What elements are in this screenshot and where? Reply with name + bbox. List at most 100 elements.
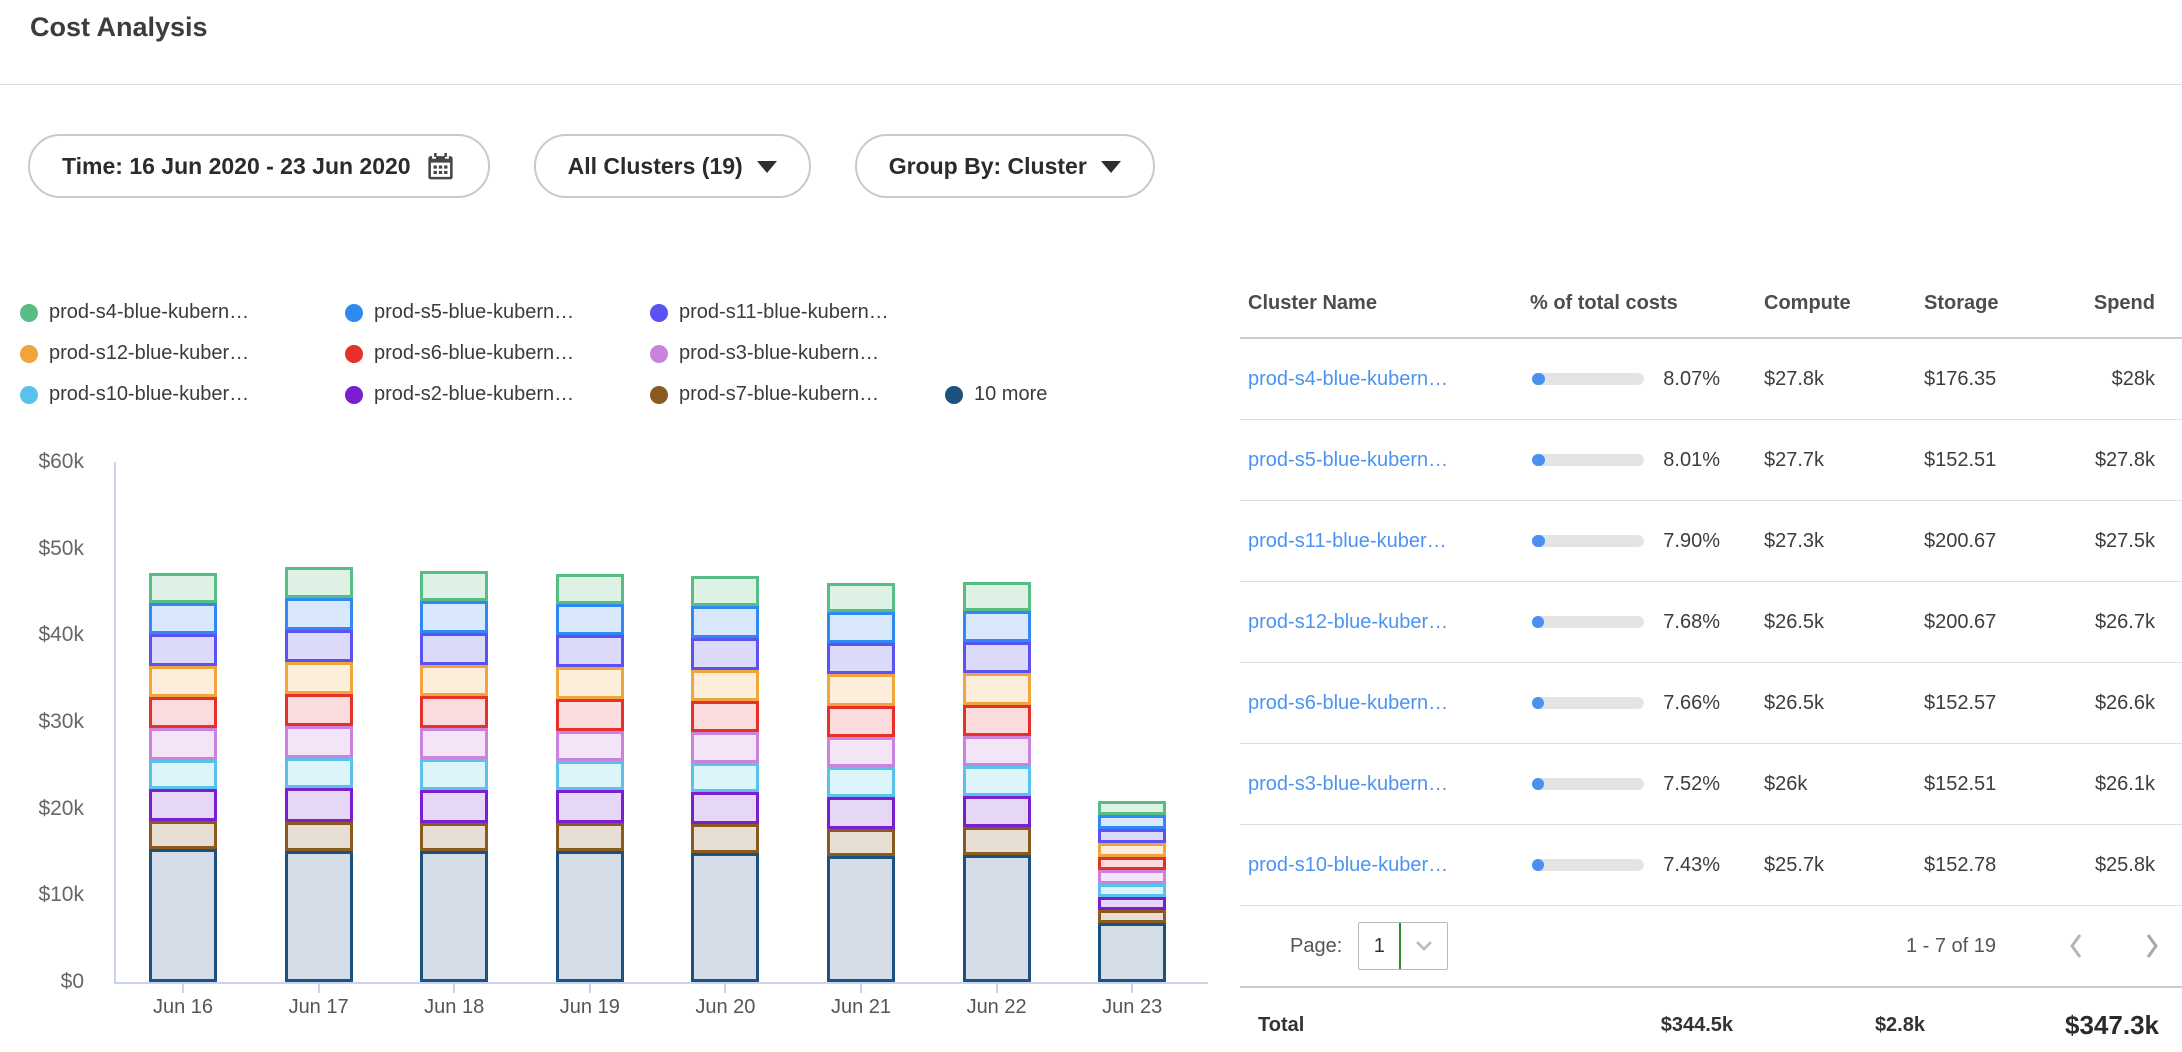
bar-segment[interactable] bbox=[691, 732, 759, 762]
bar-segment[interactable] bbox=[420, 633, 488, 665]
bar-segment[interactable] bbox=[556, 604, 624, 635]
bar-segment[interactable] bbox=[963, 827, 1031, 855]
cluster-name-link[interactable]: prod-s12-blue-kuber… bbox=[1248, 611, 1448, 633]
bar-segment[interactable] bbox=[691, 792, 759, 824]
bar-segment[interactable] bbox=[827, 829, 895, 857]
bar-segment[interactable] bbox=[285, 662, 353, 694]
cluster-name-link[interactable]: prod-s5-blue-kubern… bbox=[1248, 449, 1448, 471]
cluster-name-link[interactable]: prod-s11-blue-kuber… bbox=[1248, 530, 1447, 552]
bar-segment[interactable] bbox=[149, 821, 217, 849]
bar-segment[interactable] bbox=[1098, 884, 1166, 897]
bar-segment[interactable] bbox=[1098, 897, 1166, 910]
bar-segment[interactable] bbox=[420, 790, 488, 823]
bar-segment[interactable] bbox=[691, 824, 759, 853]
bar-segment[interactable] bbox=[556, 823, 624, 852]
bar-segment[interactable] bbox=[963, 736, 1031, 766]
bar-segment[interactable] bbox=[556, 699, 624, 730]
col-header-compute[interactable]: Compute bbox=[1760, 292, 1920, 315]
bar-segment[interactable] bbox=[149, 603, 217, 634]
bar-segment[interactable] bbox=[556, 790, 624, 822]
bar-segment[interactable] bbox=[827, 583, 895, 612]
bar-segment[interactable] bbox=[285, 822, 353, 851]
bar-segment[interactable] bbox=[827, 674, 895, 705]
bar-segment[interactable] bbox=[827, 767, 895, 796]
bar-segment[interactable] bbox=[963, 766, 1031, 795]
legend-item[interactable]: prod-s10-blue-kuber… bbox=[20, 383, 345, 406]
bar-segment[interactable] bbox=[556, 635, 624, 667]
bar-segment[interactable] bbox=[827, 737, 895, 767]
cluster-name-link[interactable]: prod-s10-blue-kuber… bbox=[1248, 854, 1448, 876]
bar-segment[interactable] bbox=[420, 728, 488, 759]
bar-segment[interactable] bbox=[420, 759, 488, 789]
page-number-select[interactable]: 1 bbox=[1358, 922, 1448, 970]
bar-segment[interactable] bbox=[149, 849, 217, 982]
bar-segment[interactable] bbox=[149, 573, 217, 603]
bar-segment[interactable] bbox=[149, 697, 217, 728]
bar-segment[interactable] bbox=[285, 851, 353, 982]
bar-segment[interactable] bbox=[285, 567, 353, 598]
legend-item[interactable]: prod-s2-blue-kubern… bbox=[345, 383, 650, 406]
group-by-dropdown[interactable]: Group By: Cluster bbox=[855, 134, 1155, 198]
prev-page-button[interactable] bbox=[2058, 926, 2094, 966]
bar-segment[interactable] bbox=[691, 853, 759, 982]
bar-segment[interactable] bbox=[827, 612, 895, 643]
bar-segment[interactable] bbox=[691, 638, 759, 670]
legend-item[interactable]: 10 more bbox=[945, 383, 1047, 406]
next-page-button[interactable] bbox=[2134, 926, 2170, 966]
bar-segment[interactable] bbox=[556, 574, 624, 604]
bar-segment[interactable] bbox=[1098, 923, 1166, 982]
legend-item[interactable]: prod-s5-blue-kubern… bbox=[345, 301, 650, 324]
col-header-cluster-name[interactable]: Cluster Name bbox=[1240, 292, 1528, 315]
bar-segment[interactable] bbox=[420, 696, 488, 728]
bar-segment[interactable] bbox=[963, 796, 1031, 827]
legend-item[interactable]: prod-s6-blue-kubern… bbox=[345, 342, 650, 365]
bar-segment[interactable] bbox=[1098, 910, 1166, 923]
col-header-storage[interactable]: Storage bbox=[1920, 292, 2080, 315]
legend-item[interactable]: prod-s12-blue-kuber… bbox=[20, 342, 345, 365]
bar-segment[interactable] bbox=[285, 598, 353, 630]
bar-segment[interactable] bbox=[963, 673, 1031, 704]
bar-segment[interactable] bbox=[827, 706, 895, 737]
bar-segment[interactable] bbox=[285, 758, 353, 788]
bar-segment[interactable] bbox=[149, 789, 217, 821]
bar-segment[interactable] bbox=[1098, 843, 1166, 857]
bar-segment[interactable] bbox=[556, 667, 624, 699]
bar-segment[interactable] bbox=[963, 582, 1031, 611]
bar-segment[interactable] bbox=[556, 851, 624, 982]
legend-item[interactable]: prod-s7-blue-kubern… bbox=[650, 383, 945, 406]
bar-segment[interactable] bbox=[285, 788, 353, 822]
legend-item[interactable]: prod-s4-blue-kubern… bbox=[20, 301, 345, 324]
bar-segment[interactable] bbox=[420, 851, 488, 982]
bar-segment[interactable] bbox=[963, 611, 1031, 642]
bar-segment[interactable] bbox=[285, 630, 353, 662]
legend-item[interactable]: prod-s11-blue-kubern… bbox=[650, 301, 945, 324]
bar-segment[interactable] bbox=[285, 694, 353, 726]
time-range-filter[interactable]: Time: 16 Jun 2020 - 23 Jun 2020 bbox=[28, 134, 490, 198]
cluster-name-link[interactable]: prod-s3-blue-kubern… bbox=[1248, 773, 1448, 795]
bar-segment[interactable] bbox=[691, 670, 759, 701]
bar-segment[interactable] bbox=[827, 797, 895, 829]
bar-segment[interactable] bbox=[963, 855, 1031, 982]
bar-segment[interactable] bbox=[420, 665, 488, 696]
bar-segment[interactable] bbox=[556, 731, 624, 761]
col-header-spend[interactable]: Spend bbox=[2080, 292, 2182, 315]
bar-segment[interactable] bbox=[1098, 829, 1166, 843]
bar-segment[interactable] bbox=[1098, 857, 1166, 870]
bar-segment[interactable] bbox=[827, 856, 895, 982]
bar-segment[interactable] bbox=[420, 601, 488, 633]
bar-segment[interactable] bbox=[420, 823, 488, 852]
bar-segment[interactable] bbox=[963, 642, 1031, 673]
bar-segment[interactable] bbox=[691, 701, 759, 732]
col-header-pct-total-costs[interactable]: % of total costs bbox=[1528, 292, 1760, 315]
bar-segment[interactable] bbox=[149, 728, 217, 760]
bar-segment[interactable] bbox=[149, 666, 217, 697]
bar-segment[interactable] bbox=[556, 761, 624, 790]
bar-segment[interactable] bbox=[285, 726, 353, 757]
bar-segment[interactable] bbox=[1098, 815, 1166, 830]
legend-item[interactable]: prod-s3-blue-kubern… bbox=[650, 342, 945, 365]
cluster-name-link[interactable]: prod-s4-blue-kubern… bbox=[1248, 368, 1448, 390]
clusters-filter-dropdown[interactable]: All Clusters (19) bbox=[534, 134, 811, 198]
bar-segment[interactable] bbox=[691, 576, 759, 605]
bar-segment[interactable] bbox=[963, 705, 1031, 736]
bar-segment[interactable] bbox=[149, 760, 217, 789]
